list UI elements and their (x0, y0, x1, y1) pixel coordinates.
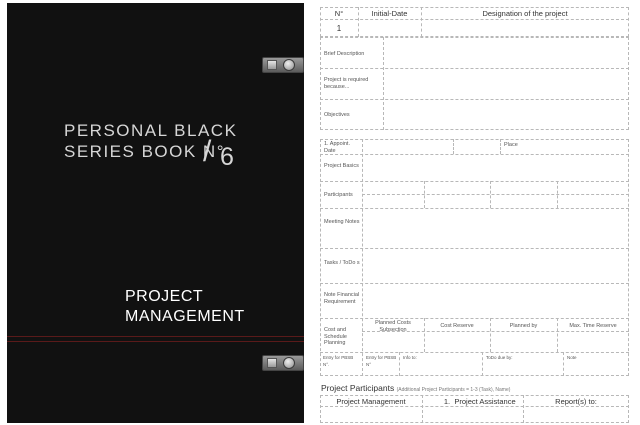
divider (320, 19, 629, 20)
participants-section-title: Project Participants (Additional Project… (321, 383, 510, 393)
clasp-knob (283, 59, 295, 71)
reports-to-header: Report(s) to: (555, 397, 597, 406)
divider (422, 395, 423, 423)
divider (383, 37, 384, 130)
clasp-top (262, 57, 304, 73)
entry-pbsb-label: Entry for PBSB N°. (323, 355, 354, 367)
divider (320, 283, 629, 284)
brief-description-label: Brief Description (324, 51, 365, 57)
info-to-label: Info to: (403, 355, 417, 360)
objectives-label: Objectives (324, 112, 350, 118)
divider (320, 248, 629, 249)
divider (563, 352, 564, 376)
max-time-reserve-label: Max. Time Reserve (569, 323, 617, 329)
cover-stripe (7, 336, 304, 337)
divider (320, 181, 629, 182)
planned-by-label: Planned by (509, 323, 538, 329)
divider (490, 181, 491, 208)
divider (482, 352, 483, 376)
clasp-knob (283, 357, 295, 369)
cover-subtitle: PROJECT MANAGEMENT (125, 287, 245, 327)
clasp-square (267, 60, 277, 70)
todo-due-label: ToDo due by: (486, 355, 513, 360)
cost-schedule-label: Cost and Schedule Planning (324, 327, 347, 346)
appoint-date-label: 1. Appoint. Date (324, 141, 350, 154)
col-no: N° (334, 9, 344, 18)
divider (424, 181, 425, 208)
divider (320, 318, 629, 319)
cover-subtitle-line-1: PROJECT (125, 288, 204, 305)
project-assistance-header: Project Assistance (454, 397, 516, 406)
participants-title: Project Participants (321, 383, 395, 393)
divider (320, 68, 629, 69)
meeting-notes-label: Meeting Notes (324, 219, 360, 225)
divider (399, 352, 400, 376)
divider (453, 139, 454, 154)
planned-costs-label: Planned Costs Subsection (375, 320, 411, 333)
financial-requirement-label: Note Financial Requirement (324, 292, 360, 305)
book-cover: PERSONAL BLACK SERIES BOOK N° / 6 PROJEC… (7, 3, 304, 423)
divider (320, 406, 629, 407)
divider (320, 352, 629, 353)
cover-title: PERSONAL BLACK SERIES BOOK N° (64, 120, 237, 162)
divider (362, 139, 363, 376)
divider (557, 181, 558, 208)
clasp-bottom (262, 355, 304, 371)
cost-reserve-label: Cost Reserve (440, 323, 474, 329)
col-designation: Designation of the project (482, 9, 568, 18)
divider (490, 318, 491, 352)
divider (362, 194, 629, 195)
divider (320, 99, 629, 100)
divider (424, 318, 425, 352)
cover-slash: / (203, 135, 212, 168)
col-initial-date: Initial-Date (371, 9, 408, 18)
divider (320, 154, 629, 155)
place-label: Place (504, 142, 518, 148)
cover-stripe (7, 341, 304, 342)
tasks-todo-label: Tasks / ToDo s (324, 260, 360, 266)
cover-number: 6 (220, 143, 234, 171)
cover-subtitle-line-2: MANAGEMENT (125, 308, 245, 325)
cover-title-line-2: SERIES BOOK N° (64, 142, 226, 161)
participants-subtitle: (Additional Project Participants = 1-3 (… (396, 387, 511, 393)
meeting-table (320, 139, 629, 376)
required-because-label: Project is required because... (324, 77, 369, 90)
divider (500, 139, 501, 154)
clasp-square (267, 358, 277, 368)
note-label: Note (567, 355, 577, 360)
participants-label: Participants (324, 192, 353, 198)
divider (557, 318, 558, 352)
project-basics-label: Project Basics (324, 163, 359, 169)
divider (320, 208, 629, 209)
project-number: 1 (336, 24, 342, 33)
cover-title-line-1: PERSONAL BLACK (64, 121, 238, 140)
project-management-header: Project Management (336, 397, 406, 406)
entry-pbsb-label-2: Entry for PBSB N° (366, 355, 397, 367)
